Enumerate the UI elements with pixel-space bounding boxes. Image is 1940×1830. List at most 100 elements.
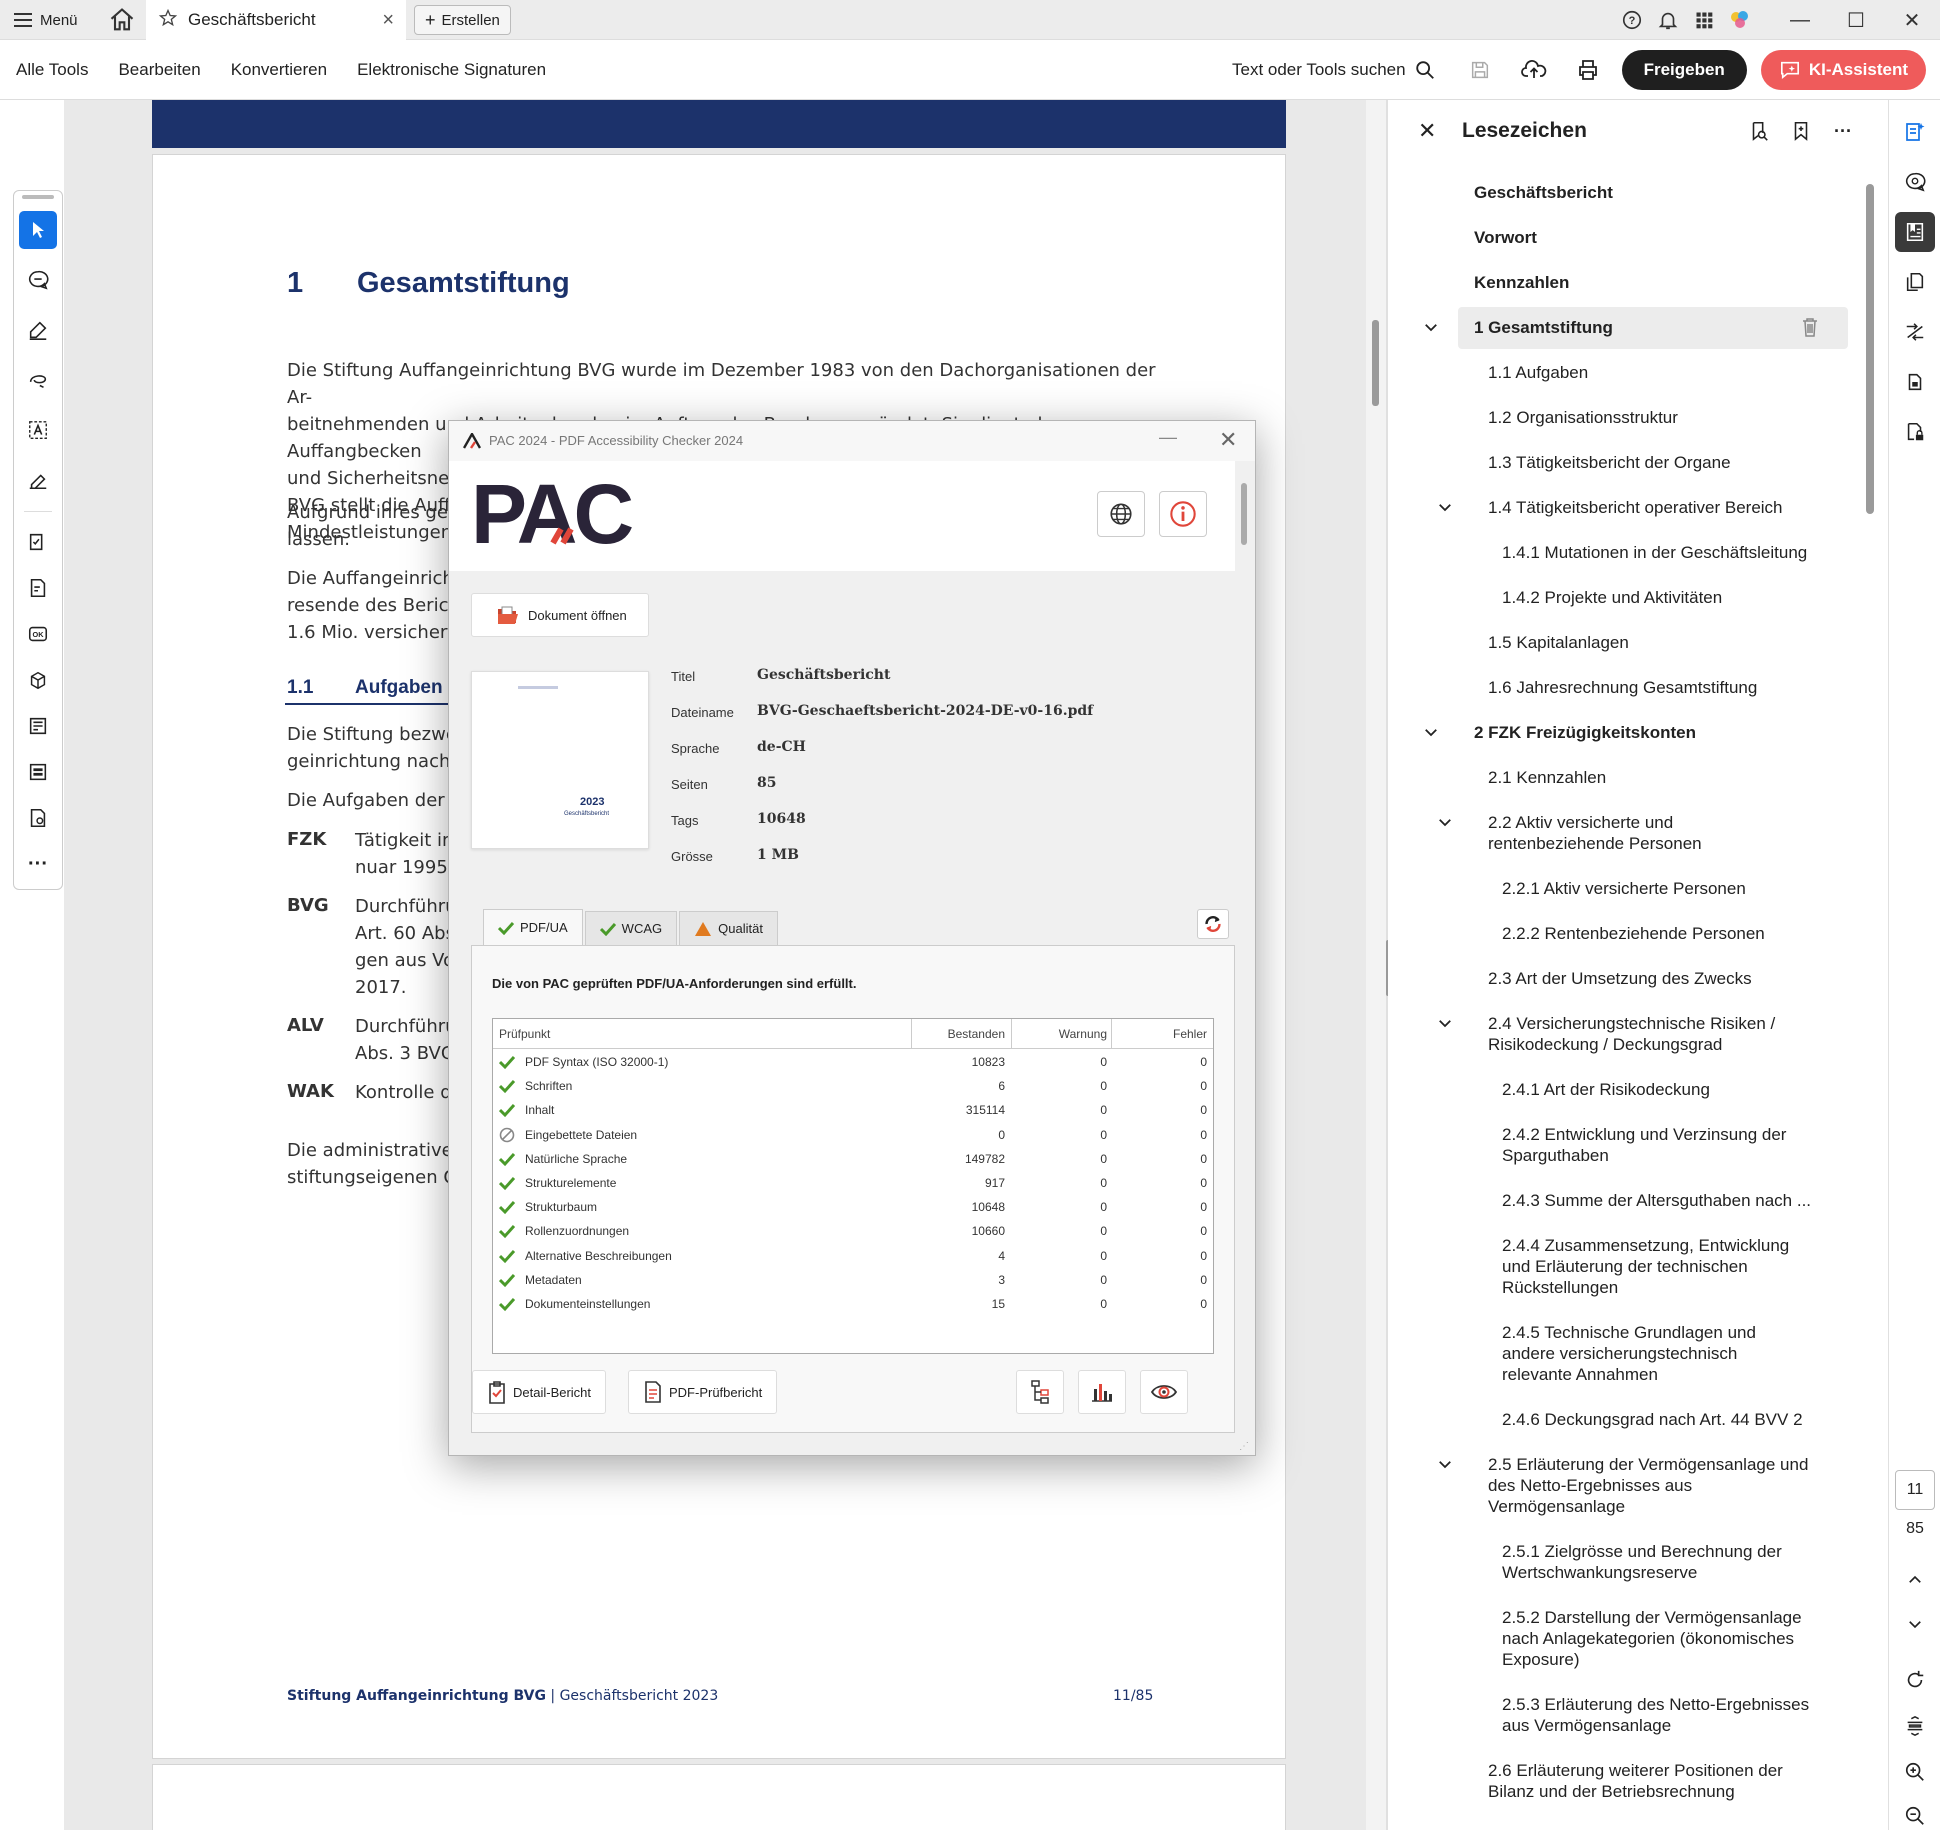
bookmark-item[interactable]: 2.4.5 Technische Grundlagen und andere v…	[1502, 1322, 1756, 1385]
more-options-icon[interactable]: ···	[1828, 116, 1858, 146]
cloud-upload-icon[interactable]	[1514, 50, 1554, 90]
bookmark-item[interactable]: 2.5.2 Darstellung der Vermögensanlage na…	[1502, 1607, 1802, 1670]
highlight-tool-icon[interactable]	[19, 311, 57, 349]
pac-scrollbar-thumb[interactable]	[1241, 483, 1247, 545]
document-scrollbar[interactable]	[1366, 100, 1386, 1830]
tab-quality[interactable]: Qualität	[679, 911, 778, 945]
ai-generate-icon[interactable]	[1895, 112, 1935, 152]
bookmark-item[interactable]: 2.4.1 Art der Risikodeckung	[1502, 1079, 1710, 1100]
bookmark-item[interactable]: Vorwort	[1474, 227, 1537, 248]
tab-pdfua[interactable]: PDF/UA	[483, 909, 583, 945]
comment-tool-icon[interactable]	[19, 261, 57, 299]
edit-pdf-icon[interactable]	[19, 569, 57, 607]
rail-grip[interactable]	[22, 195, 54, 199]
protect-icon[interactable]	[19, 799, 57, 837]
pages-icon[interactable]	[1895, 262, 1935, 302]
refresh-icon[interactable]	[1197, 909, 1229, 939]
table-row[interactable]: Schriften 6 0 0	[493, 1074, 1213, 1098]
menu-edit[interactable]: Bearbeiten	[118, 60, 200, 80]
pac-minimize-icon[interactable]: —	[1159, 427, 1177, 448]
table-row[interactable]: PDF Syntax (ISO 32000-1) 10823 0 0	[493, 1050, 1213, 1074]
bell-icon[interactable]	[1650, 0, 1686, 40]
add-bookmark-icon[interactable]	[1786, 116, 1816, 146]
page-down-icon[interactable]	[1895, 1604, 1935, 1644]
minimize-window-icon[interactable]: —	[1772, 0, 1828, 40]
bookmark-item[interactable]: 2.2.1 Aktiv versicherte Personen	[1502, 878, 1746, 899]
redact-icon[interactable]	[19, 753, 57, 791]
bookmark-item[interactable]: 1.5 Kapitalanlagen	[1488, 632, 1629, 653]
bookmark-item[interactable]: 1.1 Aufgaben	[1488, 362, 1588, 383]
form-icon[interactable]	[19, 707, 57, 745]
bookmark-item[interactable]: 1.6 Jahresrechnung Gesamtstiftung	[1488, 677, 1757, 698]
table-row[interactable]: Dokumenteinstellungen 15 0 0	[493, 1292, 1213, 1316]
account-avatar-icon[interactable]	[1722, 0, 1758, 40]
bookmark-item[interactable]: 2.4.4 Zusammensetzung, Entwicklung und E…	[1502, 1235, 1789, 1298]
zoom-in-icon[interactable]	[1895, 1752, 1935, 1792]
maximize-window-icon[interactable]: ☐	[1828, 0, 1884, 40]
bookmark-item[interactable]: 2.5.3 Erläuterung des Netto-Ergebnisses …	[1502, 1694, 1809, 1736]
protect-file-icon[interactable]	[1895, 412, 1935, 452]
detail-report-button[interactable]: Detail-Bericht	[472, 1370, 607, 1414]
col-error[interactable]: Fehler	[1173, 1027, 1207, 1041]
language-globe-icon[interactable]	[1097, 491, 1145, 537]
bookmark-item[interactable]: 1.4 Tätigkeitsbericht operativer Bereich	[1488, 497, 1783, 518]
bookmark-item[interactable]: 2.5.1 Zielgrösse und Berechnung der Wert…	[1502, 1541, 1782, 1583]
bookmark-item[interactable]: 2.4.2 Entwicklung und Verzinsung der Spa…	[1502, 1124, 1786, 1166]
tool-search[interactable]: Text oder Tools suchen	[1232, 59, 1436, 81]
bookmark-item[interactable]: 1.4.1 Mutationen in der Geschäftsleitung	[1502, 542, 1807, 563]
table-row[interactable]: Alternative Beschreibungen 4 0 0	[493, 1244, 1213, 1268]
preview-eye-icon[interactable]	[1140, 1370, 1188, 1414]
col-warning[interactable]: Warnung	[1059, 1027, 1107, 1041]
close-window-icon[interactable]: ✕	[1884, 0, 1940, 40]
apps-grid-icon[interactable]	[1686, 0, 1722, 40]
draw-tool-icon[interactable]	[19, 361, 57, 399]
bookmark-item[interactable]: 2.4 Versicherungstechnische Risiken / Ri…	[1488, 1013, 1775, 1055]
bookmark-item[interactable]: 2.2.2 Rentenbeziehende Personen	[1502, 923, 1765, 944]
close-tab-icon[interactable]: ×	[382, 9, 394, 32]
menu-esign[interactable]: Elektronische Signaturen	[357, 60, 546, 80]
scroll-mode-icon[interactable]	[1895, 1706, 1935, 1746]
col-passed[interactable]: Bestanden	[948, 1027, 1005, 1041]
chevron-down-icon[interactable]	[1422, 318, 1440, 336]
select-tool-icon[interactable]	[19, 211, 57, 249]
pac-titlebar[interactable]: PAC 2024 - PDF Accessibility Checker 202…	[449, 421, 1255, 461]
create-button[interactable]: + Erstellen	[414, 5, 511, 35]
table-row[interactable]: Metadaten 3 0 0	[493, 1268, 1213, 1292]
pdf-report-button[interactable]: PDF-Prüfbericht	[628, 1370, 778, 1414]
save-icon[interactable]	[1460, 50, 1500, 90]
menu-all-tools[interactable]: Alle Tools	[16, 60, 88, 80]
bookmark-item[interactable]: 2.4.6 Deckungsgrad nach Art. 44 BVV 2	[1502, 1409, 1803, 1430]
info-icon[interactable]	[1159, 491, 1207, 537]
tab-wcag[interactable]: WCAG	[584, 911, 678, 945]
bookmark-item[interactable]: 2.2 Aktiv versicherte und rentenbeziehen…	[1488, 812, 1702, 854]
text-box-tool-icon[interactable]	[19, 411, 57, 449]
open-document-button[interactable]: Dokument öffnen	[471, 593, 649, 637]
bookmark-item[interactable]: 2.6 Erläuterung weiterer Positionen der …	[1488, 1760, 1783, 1802]
table-row[interactable]: Natürliche Sprache 149782 0 0	[493, 1147, 1213, 1171]
bookmark-item[interactable]: 2 FZK Freizügigkeitskonten	[1474, 722, 1696, 743]
bookmark-item[interactable]: 1.4.2 Projekte und Aktivitäten	[1502, 587, 1722, 608]
col-checkpoint[interactable]: Prüfpunkt	[499, 1027, 550, 1041]
help-icon[interactable]: ?	[1614, 0, 1650, 40]
fill-sign-icon[interactable]	[19, 523, 57, 561]
bookmark-search-icon[interactable]	[1744, 116, 1774, 146]
document-tab[interactable]: Geschäftsbericht ×	[146, 0, 406, 40]
page-number-input[interactable]: 11	[1895, 1470, 1935, 1510]
page-up-icon[interactable]	[1895, 1560, 1935, 1600]
resize-grip[interactable]: ⋰	[1239, 1441, 1249, 1452]
trash-icon[interactable]	[1798, 315, 1822, 339]
bookmarks-panel-icon[interactable]	[1895, 212, 1935, 252]
bookmarks-scrollbar-thumb[interactable]	[1866, 184, 1874, 514]
chevron-down-icon[interactable]	[1436, 498, 1454, 516]
table-row[interactable]: Strukturelemente 917 0 0	[493, 1171, 1213, 1195]
statistics-chart-icon[interactable]	[1078, 1370, 1126, 1414]
3d-box-icon[interactable]	[19, 661, 57, 699]
attachment-lock-icon[interactable]	[1895, 362, 1935, 402]
table-row[interactable]: Inhalt 315114 0 0	[493, 1098, 1213, 1122]
comments-icon[interactable]	[1895, 162, 1935, 202]
table-row[interactable]: Strukturbaum 10648 0 0	[493, 1195, 1213, 1219]
menu-button[interactable]: Menü	[14, 9, 78, 31]
scrollbar-thumb[interactable]	[1372, 320, 1379, 406]
bookmark-item[interactable]: 2.4.3 Summe der Altersguthaben nach ...	[1502, 1190, 1811, 1211]
chevron-down-icon[interactable]	[1422, 723, 1440, 741]
